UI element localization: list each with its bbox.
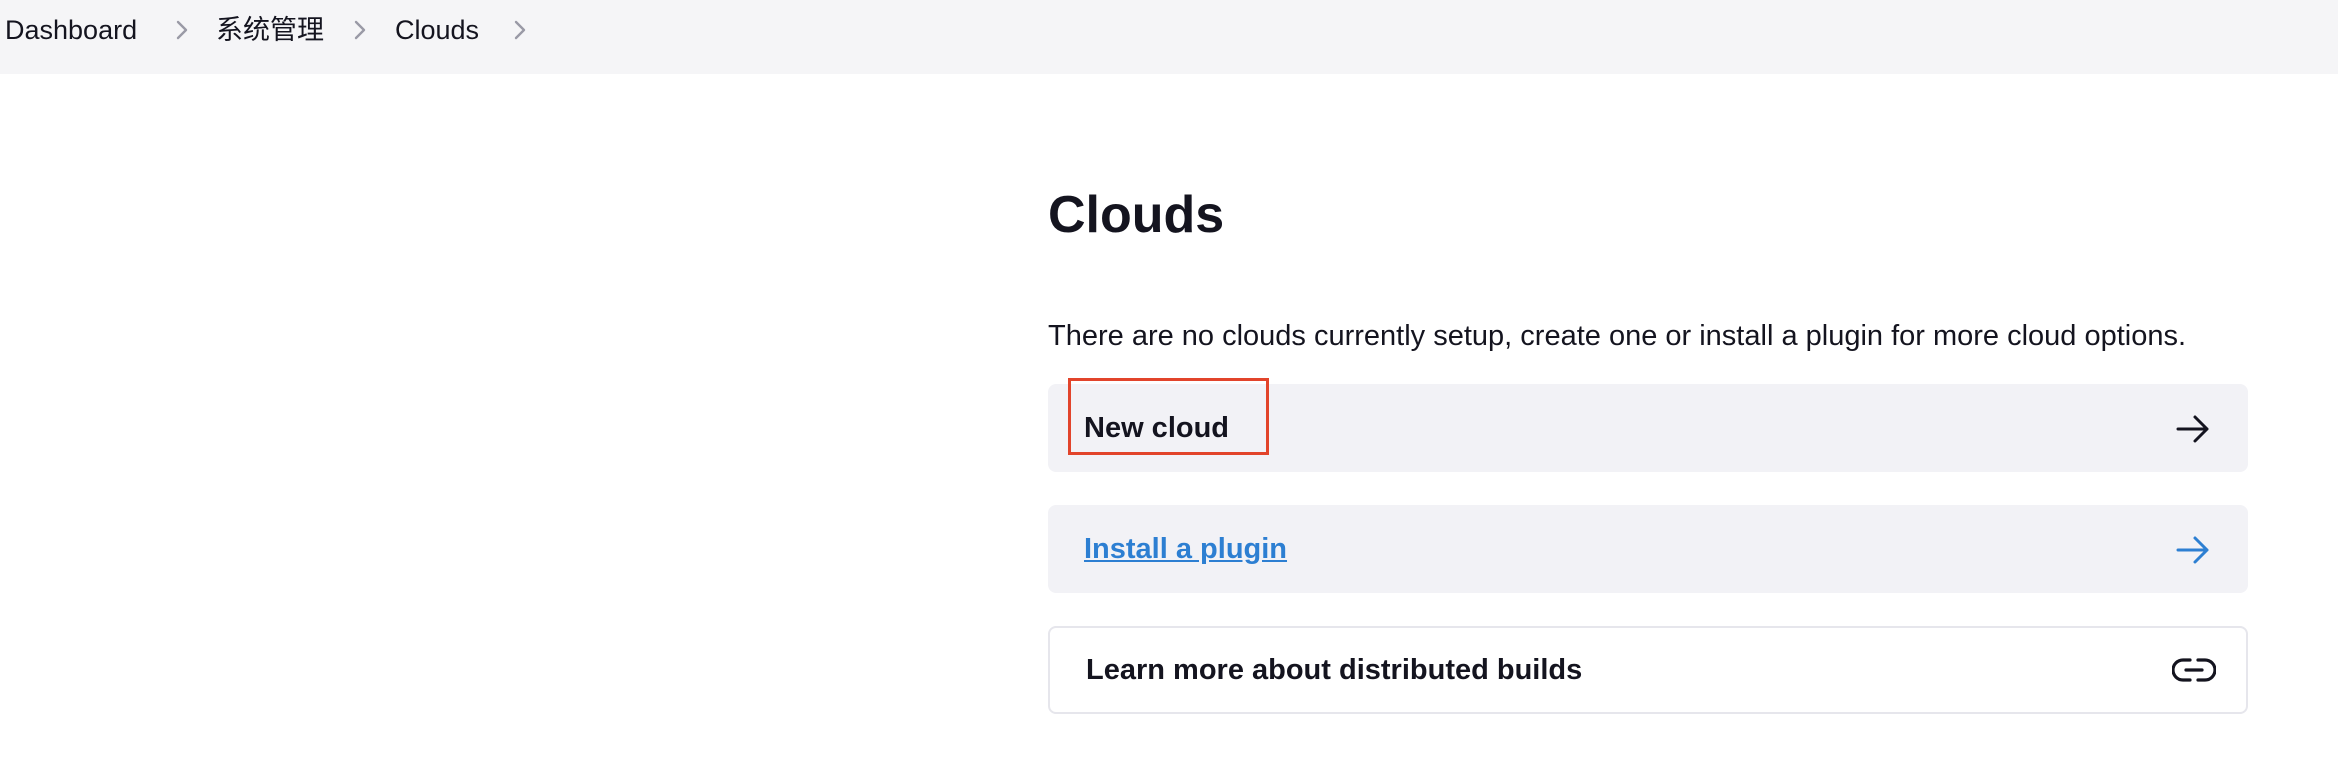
chevron-right-icon[interactable] xyxy=(172,18,192,42)
breadcrumb-manage[interactable]: 系统管理 xyxy=(216,0,324,60)
page-description: There are no clouds currently setup, cre… xyxy=(1048,320,2187,352)
new-cloud-button[interactable]: New cloud xyxy=(1048,384,2248,472)
new-cloud-label: New cloud xyxy=(1084,412,1230,444)
breadcrumb-bar: Dashboard 系统管理 Clouds xyxy=(0,0,2338,74)
chevron-right-icon[interactable] xyxy=(510,18,530,42)
chevron-right-icon[interactable] xyxy=(350,18,370,42)
install-plugin-link[interactable]: Install a plugin xyxy=(1084,505,1287,593)
breadcrumb-dashboard[interactable]: Dashboard xyxy=(5,0,137,60)
page-title: Clouds xyxy=(1048,186,1225,244)
arrow-right-icon xyxy=(2174,531,2212,569)
install-plugin-button[interactable]: Install a plugin xyxy=(1048,505,2248,593)
learn-more-label: Learn more about distributed builds xyxy=(1086,654,1583,686)
link-icon xyxy=(2172,650,2216,688)
breadcrumb-clouds[interactable]: Clouds xyxy=(395,0,479,60)
learn-more-button[interactable]: Learn more about distributed builds xyxy=(1048,626,2248,714)
arrow-right-icon xyxy=(2174,410,2212,448)
